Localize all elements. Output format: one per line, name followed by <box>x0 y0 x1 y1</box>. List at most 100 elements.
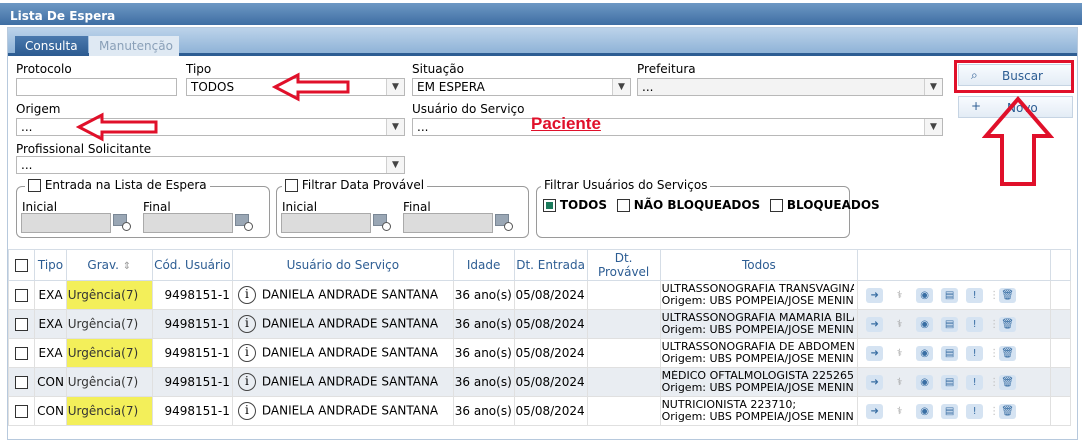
trash-icon[interactable]: 🗑 <box>999 316 1017 332</box>
stethoscope-icon[interactable]: ⚕ <box>891 288 908 303</box>
cell-grav: Urgência(7) <box>65 309 153 339</box>
info-icon[interactable]: i <box>237 286 256 304</box>
col-idade[interactable]: Idade <box>452 249 515 281</box>
usuario-servico-select[interactable]: ... ▼ <box>412 118 943 136</box>
origem-select[interactable]: ... ▼ <box>16 118 405 136</box>
tab-consulta[interactable]: Consulta <box>15 36 88 56</box>
arrow-up-icon <box>982 96 1054 186</box>
cell-idade: 36 ano(s) <box>452 367 515 397</box>
info-icon[interactable]: i <box>237 373 256 391</box>
chevron-down-icon[interactable]: ▼ <box>924 119 942 135</box>
table-row[interactable]: CON Urgência(7) 9498151-1 i DANIELA ANDRADE … <box>7 367 1072 397</box>
col-cod[interactable]: Cód. Usuário <box>151 249 233 281</box>
chevron-down-icon[interactable]: ▼ <box>386 157 404 173</box>
calendar-icon[interactable] <box>495 214 513 231</box>
prefeitura-select[interactable]: ... ▼ <box>637 78 943 96</box>
alert-icon[interactable]: ! <box>966 345 984 361</box>
calendar-icon[interactable] <box>373 214 391 231</box>
row-select-cell <box>7 396 36 426</box>
entrada-inicial-input[interactable] <box>21 213 111 233</box>
separator-icon: ⋮ <box>989 376 1000 388</box>
alert-icon[interactable]: ! <box>966 287 984 303</box>
trash-icon[interactable]: 🗑 <box>999 345 1017 361</box>
stethoscope-icon[interactable]: ⚕ <box>891 375 908 390</box>
col-dt-provavel[interactable]: Dt. Provável <box>586 249 661 281</box>
table-row[interactable]: CON Urgência(7) 9498151-1 i DANIELA ANDRADE … <box>7 396 1072 426</box>
chevron-down-icon[interactable]: ▼ <box>612 79 630 95</box>
stethoscope-icon[interactable]: ⚕ <box>891 346 908 361</box>
edit-icon[interactable]: ➜ <box>866 403 884 419</box>
row-checkbox[interactable] <box>15 347 29 360</box>
alert-icon[interactable]: ! <box>966 316 984 332</box>
stethoscope-icon[interactable]: ⚕ <box>891 404 908 419</box>
cell-idade: 36 ano(s) <box>452 396 515 426</box>
eye-icon[interactable]: ◉ <box>916 287 934 303</box>
print-icon[interactable]: ▤ <box>941 287 959 303</box>
cell-usuario: i DANIELA ANDRADE SANTANA <box>231 396 454 426</box>
chevron-down-icon[interactable]: ▼ <box>386 79 404 95</box>
tab-manutencao[interactable]: Manutenção <box>89 36 179 56</box>
col-dt-entrada[interactable]: Dt. Entrada <box>513 249 588 281</box>
eye-icon[interactable]: ◉ <box>916 345 934 361</box>
trash-icon[interactable]: 🗑 <box>999 287 1017 303</box>
cell-tipo: CON <box>34 396 67 426</box>
chevron-down-icon[interactable]: ▼ <box>924 79 942 95</box>
row-checkbox[interactable] <box>15 376 29 389</box>
alert-icon[interactable]: ! <box>966 374 984 390</box>
info-icon[interactable]: i <box>237 315 256 333</box>
print-icon[interactable]: ▤ <box>941 316 959 332</box>
col-usuario[interactable]: Usuário do Serviço <box>231 249 454 281</box>
edit-icon[interactable]: ➜ <box>866 345 884 361</box>
cell-dt-provavel <box>586 367 661 397</box>
print-icon[interactable]: ▤ <box>941 403 959 419</box>
situacao-select[interactable]: EM ESPERA ▼ <box>412 78 631 96</box>
edit-icon[interactable]: ➜ <box>866 287 884 303</box>
data-provavel-checkbox[interactable] <box>285 179 298 192</box>
protocolo-input[interactable] <box>16 78 177 96</box>
col-grav[interactable]: Grav. ⇕ <box>65 249 153 281</box>
row-select-cell <box>7 338 36 368</box>
trash-icon[interactable]: 🗑 <box>999 403 1017 419</box>
stethoscope-icon[interactable]: ⚕ <box>891 317 908 332</box>
cell-usuario: i DANIELA ANDRADE SANTANA <box>231 280 454 310</box>
provavel-inicial-input[interactable] <box>281 213 371 233</box>
cell-usuario-name: DANIELA ANDRADE SANTANA <box>261 374 439 389</box>
table-row[interactable]: EXA Urgência(7) 9498151-1 i DANIELA ANDRADE … <box>7 280 1072 310</box>
todos-label: TODOS <box>559 198 608 212</box>
nao-bloqueados-radio[interactable] <box>616 199 630 212</box>
print-icon[interactable]: ▤ <box>941 374 959 390</box>
todos-radio[interactable] <box>543 199 556 212</box>
provavel-inicial-label: Inicial <box>282 200 318 214</box>
info-icon[interactable]: i <box>237 402 256 420</box>
edit-icon[interactable]: ➜ <box>866 374 884 390</box>
entrada-checkbox[interactable] <box>28 179 41 192</box>
table-row[interactable]: EXA Urgência(7) 9498151-1 i DANIELA ANDRADE … <box>7 309 1072 339</box>
col-todos[interactable]: Todos <box>659 249 859 281</box>
row-checkbox[interactable] <box>15 318 29 331</box>
info-icon[interactable]: i <box>237 344 256 362</box>
edit-icon[interactable]: ➜ <box>866 316 884 332</box>
calendar-icon[interactable] <box>235 214 253 231</box>
trash-icon[interactable]: 🗑 <box>999 374 1017 390</box>
chevron-down-icon[interactable]: ▼ <box>386 119 404 135</box>
cell-dt-entrada: 05/08/2024 <box>513 309 588 339</box>
print-icon[interactable]: ▤ <box>941 345 959 361</box>
col-tipo[interactable]: Tipo <box>34 249 67 281</box>
eye-icon[interactable]: ◉ <box>916 374 934 390</box>
profissional-select[interactable]: ... ▼ <box>16 156 405 174</box>
row-checkbox[interactable] <box>15 405 29 418</box>
calendar-icon[interactable] <box>113 214 131 231</box>
table-row[interactable]: EXA Urgência(7) 9498151-1 i DANIELA ANDRADE … <box>7 338 1072 368</box>
eye-icon[interactable]: ◉ <box>916 316 934 332</box>
select-all-checkbox[interactable] <box>15 259 29 272</box>
cell-dt-entrada: 05/08/2024 <box>513 367 588 397</box>
alert-icon[interactable]: ! <box>966 403 984 419</box>
entrada-final-input[interactable] <box>143 213 233 233</box>
provavel-final-input[interactable] <box>403 213 493 233</box>
cell-grav: Urgência(7) <box>65 367 153 397</box>
eye-icon[interactable]: ◉ <box>916 403 934 419</box>
bloqueados-label: BLOQUEADOS <box>786 198 880 212</box>
row-checkbox[interactable] <box>15 289 29 302</box>
bloqueados-radio[interactable] <box>770 199 784 212</box>
cell-spacer <box>1049 396 1072 426</box>
